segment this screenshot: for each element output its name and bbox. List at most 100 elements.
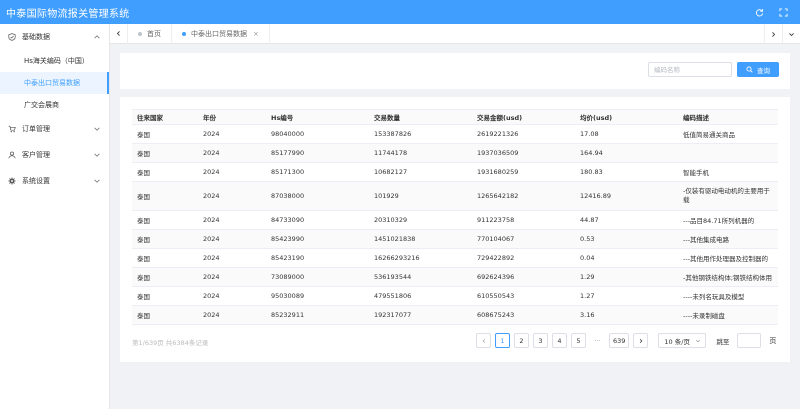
search-button[interactable]: 查询 [737, 62, 779, 77]
chevron-right-icon [772, 31, 776, 37]
table-cell: 2024 [198, 248, 266, 268]
column-header[interactable]: 交易金额(usd) [472, 109, 575, 125]
sidebar-item-export-trade-data[interactable]: 中泰出口贸易数据 [0, 72, 109, 94]
column-header[interactable]: 年份 [198, 109, 266, 125]
page-ellipsis[interactable]: ··· [590, 333, 605, 348]
table-row[interactable]: 泰国 2024 85423190 16266293216 729422892 0.04 --… [132, 248, 778, 268]
jump-page-input[interactable] [737, 333, 762, 348]
table-cell: 180.83 [575, 162, 678, 182]
page-button[interactable]: 3 [533, 333, 548, 348]
table-cell: 3.16 [575, 305, 678, 325]
table-row[interactable]: 泰国 2024 84733090 20310329 911223758 44.87 ---品… [132, 210, 778, 230]
table-cell: 73089000 [266, 267, 369, 287]
table-cell: 479551806 [369, 286, 472, 306]
chevron-up-icon [94, 35, 100, 39]
table-row[interactable]: 泰国 2024 85171300 10682127 1931680259 180.83 智能… [132, 162, 778, 182]
table-cell: 608675243 [472, 305, 575, 325]
column-header[interactable]: 往来国家 [132, 109, 198, 125]
column-header[interactable]: Hs编号 [266, 109, 369, 125]
table-cell: 低值简易通关商品 [678, 124, 778, 144]
close-icon[interactable]: × [253, 30, 259, 38]
table-cell: 2619221326 [472, 124, 575, 144]
table-cell: ---其他用作处理器及控制器的 [678, 248, 778, 268]
tabs-scroll-right-button[interactable] [764, 24, 782, 44]
page-button[interactable]: 2 [514, 333, 529, 348]
table-cell: 85232911 [266, 305, 369, 325]
table-cell: 16266293216 [369, 248, 472, 268]
next-page-button[interactable] [633, 333, 649, 348]
table-cell: 20310329 [369, 210, 472, 230]
tab-dot [138, 31, 142, 36]
table-cell: 1265642182 [472, 181, 575, 211]
jump-suffix: 页 [769, 336, 777, 345]
search-icon [746, 66, 753, 73]
table-row[interactable]: 泰国 2024 85232911 192317077 608675243 3.16 ----… [132, 305, 778, 325]
jump-label: 跳至 [716, 337, 730, 346]
table-row[interactable]: 泰国 2024 85423990 1451021838 770104067 0.53 ---… [132, 229, 778, 249]
sidebar-group-customer-management[interactable]: 客户管理 [0, 142, 109, 168]
sidebar-group-label: 订单管理 [22, 125, 50, 133]
page-size-select[interactable]: 10 条/页 [658, 333, 707, 348]
page-button[interactable]: 5 [571, 333, 586, 348]
sidebar-group-label: 基础数据 [22, 33, 50, 41]
refresh-icon[interactable] [754, 7, 764, 17]
tab-home[interactable]: 首页 [128, 23, 172, 44]
column-header[interactable]: 编码描述 [678, 109, 778, 125]
last-page-button[interactable]: 639 [609, 333, 630, 348]
table-row[interactable]: 泰国 2024 85177990 11744178 1937036509 164.94 [132, 143, 778, 163]
table-cell: ---其他集成电路 [678, 229, 778, 249]
trade-data-table: 往来国家 年份 Hs编号 交易数量 交易金额(usd) 均价(usd) 编码描述… [132, 109, 778, 325]
table-cell: 泰国 [132, 267, 198, 287]
table-cell: 84733090 [266, 210, 369, 230]
sidebar-item-canton-fair-exhibitors[interactable]: 广交会展商 [0, 94, 109, 116]
table-row[interactable]: 泰国 2024 87038000 101929 1265642182 12416.89 -仅… [132, 181, 778, 211]
column-header[interactable]: 交易数量 [369, 109, 472, 125]
table-cell: 153387826 [369, 124, 472, 144]
table-cell: 1.29 [575, 267, 678, 287]
table-cell: -仅装有驱动电动机的主要用于载 [678, 181, 778, 211]
tabs-scroll-left-button[interactable] [110, 23, 128, 44]
table-cell: 2024 [198, 267, 266, 287]
table-cell: 536193544 [369, 267, 472, 287]
table-cell: 泰国 [132, 248, 198, 268]
column-header[interactable]: 均价(usd) [575, 109, 678, 125]
page-size-value: 10 条/页 [664, 337, 690, 346]
chevron-down-icon [94, 179, 100, 183]
table-cell: 11744178 [369, 143, 472, 163]
table-row[interactable]: 泰国 2024 98040000 153387826 2619221326 17.08 低值… [132, 124, 778, 144]
table-cell: 1451021838 [369, 229, 472, 249]
table-cell: 2024 [198, 286, 266, 306]
app-header: 中泰国际物流报关管理系统 [0, 0, 800, 24]
table-cell: 泰国 [132, 229, 198, 249]
fullscreen-icon[interactable] [778, 7, 788, 17]
tab-export-trade-data[interactable]: 中泰出口贸易数据 × [172, 23, 270, 44]
table-cell [678, 143, 778, 163]
table-row[interactable]: 泰国 2024 95030089 479551806 610550543 1.27 ----… [132, 286, 778, 306]
table-cell: 0.53 [575, 229, 678, 249]
chevron-down-icon [94, 153, 100, 157]
table-cell: 192317077 [369, 305, 472, 325]
sidebar-group-basic-data[interactable]: 基础数据 [0, 24, 109, 50]
sidebar-item-hs-code[interactable]: Hs海关编码（中国） [0, 50, 109, 72]
page-button[interactable]: 4 [552, 333, 567, 348]
table-cell: 泰国 [132, 210, 198, 230]
table-cell: 85171300 [266, 162, 369, 182]
table-panel: 往来国家 年份 Hs编号 交易数量 交易金额(usd) 均价(usd) 编码描述… [120, 97, 790, 362]
table-cell: 95030089 [266, 286, 369, 306]
page-button[interactable]: 1 [495, 333, 510, 348]
sidebar-group-system-settings[interactable]: 系统设置 [0, 168, 109, 194]
table-cell: 729422892 [472, 248, 575, 268]
chevron-down-icon [789, 32, 794, 36]
table-row[interactable]: 泰国 2024 73089000 536193544 692624396 1.29 -其他钢… [132, 267, 778, 287]
search-input[interactable] [648, 62, 732, 77]
table-cell: 泰国 [132, 181, 198, 211]
table-cell: 0.04 [575, 248, 678, 268]
tab-label: 中泰出口贸易数据 [191, 29, 247, 38]
search-button-label: 查询 [757, 66, 770, 75]
prev-page-button[interactable] [476, 333, 491, 348]
table-cell: 17.08 [575, 124, 678, 144]
table-cell: 1937036509 [472, 143, 575, 163]
sidebar-group-order-management[interactable]: 订单管理 [0, 116, 109, 142]
sidebar-group-label: 系统设置 [22, 177, 50, 185]
tabs-menu-button[interactable] [782, 24, 800, 44]
